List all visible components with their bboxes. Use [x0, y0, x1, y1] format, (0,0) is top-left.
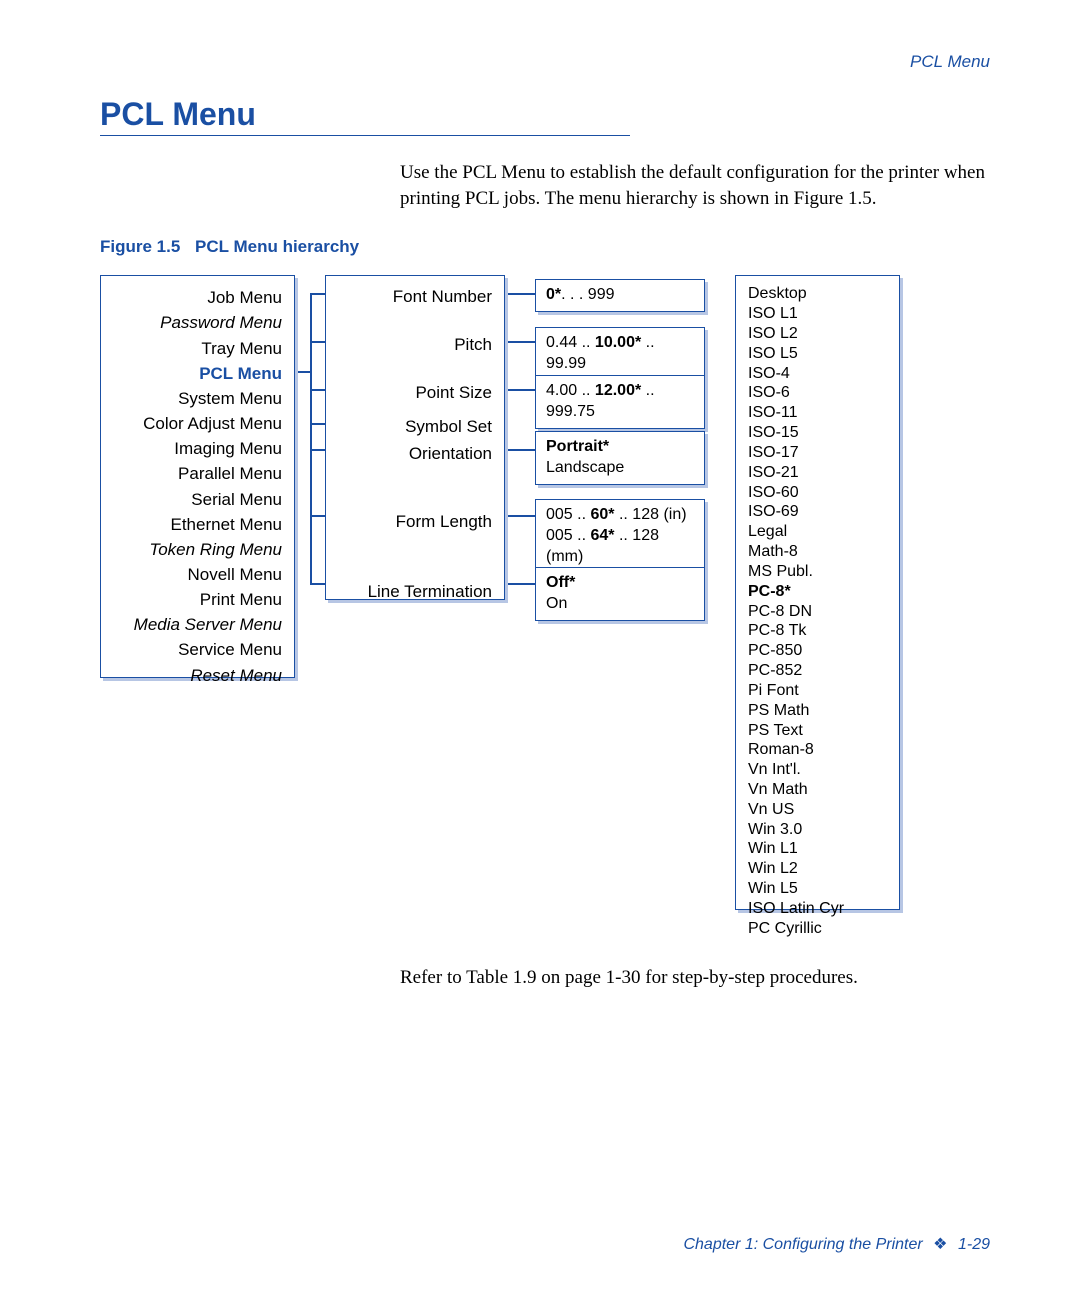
- symbol-set-item: ISO-21: [748, 463, 889, 483]
- main-menu-box: Job MenuPassword MenuTray MenuPCL MenuSy…: [100, 275, 295, 678]
- setting-point-size: Point Size: [334, 381, 492, 405]
- connector-line: [310, 293, 312, 583]
- connector-line: [310, 583, 325, 585]
- menu-item: Imaging Menu: [109, 436, 282, 461]
- menu-item: Service Menu: [109, 637, 282, 662]
- setting-symbol-set: Symbol Set: [334, 415, 492, 439]
- setting-pitch: Pitch: [334, 333, 492, 357]
- menu-item: Parallel Menu: [109, 461, 282, 486]
- connector-line: [505, 515, 535, 517]
- menu-item: Token Ring Menu: [109, 537, 282, 562]
- symbol-set-item: PC-8*: [748, 582, 889, 602]
- menu-item: System Menu: [109, 386, 282, 411]
- symbol-set-item: PC-8 DN: [748, 602, 889, 622]
- symbol-set-item: ISO Latin Cyr: [748, 899, 889, 919]
- symbol-set-item: Win L5: [748, 879, 889, 899]
- setting-font-number: Font Number: [334, 285, 492, 309]
- figure-title: PCL Menu hierarchy: [195, 237, 359, 256]
- menu-item: Print Menu: [109, 587, 282, 612]
- symbol-set-item: PC Cyrillic: [748, 919, 889, 939]
- intro-paragraph: Use the PCL Menu to establish the defaul…: [400, 160, 1000, 211]
- closing-paragraph: Refer to Table 1.9 on page 1-30 for step…: [400, 965, 1000, 991]
- value-form-length: 005 .. 60* .. 128 (in) 005 .. 64* .. 128…: [535, 499, 705, 573]
- symbol-set-item: ISO-17: [748, 443, 889, 463]
- page-footer: Chapter 1: Configuring the Printer ❖ 1-2…: [683, 1234, 990, 1254]
- connector-line: [505, 293, 535, 295]
- symbol-set-item: Vn Math: [748, 780, 889, 800]
- symbol-set-item: PC-850: [748, 641, 889, 661]
- document-page: PCL Menu PCL Menu Use the PCL Menu to es…: [0, 0, 1080, 1296]
- value-orientation: Portrait* Landscape: [535, 431, 705, 485]
- setting-orientation: Orientation: [334, 442, 492, 466]
- connector-line: [505, 341, 535, 343]
- value-line-termination: Off* On: [535, 567, 705, 621]
- setting-line-termination: Line Termination: [334, 580, 492, 604]
- symbol-set-item: Win L1: [748, 839, 889, 859]
- symbol-set-item: Legal: [748, 522, 889, 542]
- page-title: PCL Menu: [100, 96, 1000, 133]
- menu-item: Media Server Menu: [109, 612, 282, 637]
- connector-line: [295, 371, 310, 373]
- menu-item: Novell Menu: [109, 562, 282, 587]
- footer-page: 1-29: [958, 1236, 990, 1253]
- symbol-set-item: Vn Int'l.: [748, 760, 889, 780]
- connector-line: [310, 293, 325, 295]
- symbol-set-item: ISO L2: [748, 324, 889, 344]
- symbol-set-item: PC-8 Tk: [748, 621, 889, 641]
- symbol-set-box: DesktopISO L1ISO L2ISO L5ISO-4ISO-6ISO-1…: [735, 275, 900, 910]
- menu-item: Password Menu: [109, 310, 282, 335]
- symbol-set-item: ISO-6: [748, 383, 889, 403]
- figure-label: Figure 1.5: [100, 237, 180, 256]
- figure-caption: Figure 1.5 PCL Menu hierarchy: [100, 237, 1000, 257]
- symbol-set-item: MS Publ.: [748, 562, 889, 582]
- symbol-set-item: Desktop: [748, 284, 889, 304]
- symbol-set-item: PS Text: [748, 721, 889, 741]
- symbol-set-item: PC-852: [748, 661, 889, 681]
- connector-line: [310, 341, 325, 343]
- connector-line: [505, 449, 535, 451]
- menu-item: Job Menu: [109, 285, 282, 310]
- connector-line: [505, 583, 535, 585]
- symbol-set-item: Win 3.0: [748, 820, 889, 840]
- symbol-set-item: ISO-60: [748, 483, 889, 503]
- connector-line: [310, 423, 325, 425]
- menu-item: PCL Menu: [109, 361, 282, 386]
- symbol-set-item: ISO-4: [748, 364, 889, 384]
- symbol-set-item: Math-8: [748, 542, 889, 562]
- symbol-set-item: PS Math: [748, 701, 889, 721]
- value-point-size: 4.00 .. 12.00* .. 999.75: [535, 375, 705, 429]
- menu-item: Ethernet Menu: [109, 512, 282, 537]
- value-font-number: 0*. . . 999: [535, 279, 705, 312]
- connector-line: [505, 389, 535, 391]
- symbol-set-item: Vn US: [748, 800, 889, 820]
- symbol-set-item: ISO-69: [748, 502, 889, 522]
- symbol-set-item: ISO-15: [748, 423, 889, 443]
- symbol-set-item: ISO L5: [748, 344, 889, 364]
- settings-box: Font Number Pitch Point Size Symbol Set …: [325, 275, 505, 600]
- symbol-set-item: Roman-8: [748, 740, 889, 760]
- connector-line: [310, 515, 325, 517]
- connector-line: [310, 389, 325, 391]
- menu-item: Color Adjust Menu: [109, 411, 282, 436]
- symbol-set-item: Pi Font: [748, 681, 889, 701]
- symbol-set-item: ISO-11: [748, 403, 889, 423]
- symbol-set-item: ISO L1: [748, 304, 889, 324]
- diamond-icon: ❖: [933, 1236, 947, 1253]
- menu-item: Reset Menu: [109, 663, 282, 688]
- value-pitch: 0.44 .. 10.00* .. 99.99: [535, 327, 705, 381]
- title-rule: [100, 135, 630, 136]
- hierarchy-diagram: Job MenuPassword MenuTray MenuPCL MenuSy…: [100, 275, 1000, 965]
- symbol-set-item: Win L2: [748, 859, 889, 879]
- menu-item: Tray Menu: [109, 336, 282, 361]
- connector-line: [310, 449, 325, 451]
- footer-chapter: Chapter 1: Configuring the Printer: [683, 1236, 922, 1253]
- menu-item: Serial Menu: [109, 487, 282, 512]
- running-header: PCL Menu: [910, 52, 990, 72]
- setting-form-length: Form Length: [334, 510, 492, 534]
